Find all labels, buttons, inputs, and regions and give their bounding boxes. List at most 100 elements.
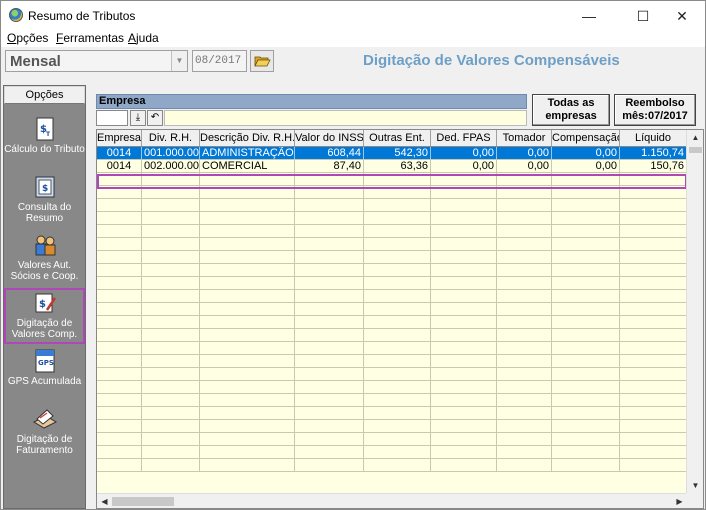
empty-cell[interactable] (431, 355, 497, 367)
empty-cell[interactable] (142, 394, 200, 406)
empty-cell[interactable] (497, 342, 552, 354)
cell-empresa[interactable]: 0014 (97, 147, 142, 159)
empty-cell[interactable] (552, 264, 620, 276)
cell-ded-fpas[interactable]: 0,00 (431, 160, 497, 172)
empty-cell[interactable] (295, 199, 364, 211)
empty-cell[interactable] (142, 303, 200, 315)
empty-cell[interactable] (497, 446, 552, 458)
empty-cell[interactable] (552, 381, 620, 393)
empty-cell[interactable] (620, 342, 687, 354)
empty-table-row[interactable] (97, 433, 687, 446)
empty-cell[interactable] (364, 264, 431, 276)
empty-cell[interactable] (200, 368, 295, 380)
sidebar-item-valores-aut[interactable]: Valores Aut. Sócios e Coop. (4, 230, 85, 286)
empty-cell[interactable] (364, 277, 431, 289)
empty-table-row[interactable] (97, 342, 687, 355)
empty-cell[interactable] (295, 225, 364, 237)
empty-cell[interactable] (200, 264, 295, 276)
empty-cell[interactable] (552, 329, 620, 341)
empty-table-row[interactable] (97, 290, 687, 303)
empty-cell[interactable] (620, 264, 687, 276)
empty-cell[interactable] (97, 316, 142, 328)
empty-cell[interactable] (97, 303, 142, 315)
empty-cell[interactable] (295, 212, 364, 224)
period-select[interactable]: Mensal ▼ (5, 50, 188, 72)
empty-table-row[interactable] (97, 355, 687, 368)
empty-cell[interactable] (364, 459, 431, 471)
column-header-empresa[interactable]: Empresa (97, 130, 142, 146)
empty-cell[interactable] (620, 446, 687, 458)
empty-cell[interactable] (142, 277, 200, 289)
empty-table-row[interactable] (97, 238, 687, 251)
empty-cell[interactable] (431, 238, 497, 250)
empty-cell[interactable] (364, 342, 431, 354)
empty-cell[interactable] (142, 212, 200, 224)
empty-cell[interactable] (364, 433, 431, 445)
column-header-outras-ent[interactable]: Outras Ent. (364, 130, 431, 146)
empty-cell[interactable] (142, 199, 200, 211)
empty-cell[interactable] (200, 355, 295, 367)
empty-table-row[interactable] (97, 212, 687, 225)
empty-cell[interactable] (364, 251, 431, 263)
empty-cell[interactable] (200, 238, 295, 250)
empty-cell[interactable] (200, 199, 295, 211)
empty-table-row[interactable] (97, 316, 687, 329)
empty-cell[interactable] (552, 238, 620, 250)
reembolso-button[interactable]: Reembolso mês:07/2017 (614, 94, 696, 126)
empty-cell[interactable] (497, 368, 552, 380)
empty-cell[interactable] (200, 303, 295, 315)
empty-cell[interactable] (620, 433, 687, 445)
empty-cell[interactable] (620, 407, 687, 419)
empty-cell[interactable] (431, 212, 497, 224)
empty-cell[interactable] (142, 446, 200, 458)
empty-cell[interactable] (97, 355, 142, 367)
empty-cell[interactable] (552, 212, 620, 224)
empty-cell[interactable] (97, 459, 142, 471)
empty-cell[interactable] (497, 225, 552, 237)
empty-cell[interactable] (431, 433, 497, 445)
empty-cell[interactable] (431, 420, 497, 432)
empty-cell[interactable] (142, 238, 200, 250)
empty-cell[interactable] (97, 251, 142, 263)
empty-cell[interactable] (295, 446, 364, 458)
cell-valor-inss[interactable]: 87,40 (295, 160, 364, 172)
empty-cell[interactable] (200, 342, 295, 354)
empty-cell[interactable] (97, 264, 142, 276)
empty-cell[interactable] (620, 381, 687, 393)
empty-cell[interactable] (497, 238, 552, 250)
empty-cell[interactable] (295, 459, 364, 471)
todas-empresas-button[interactable]: Todas as empresas (532, 94, 610, 126)
empty-cell[interactable] (364, 316, 431, 328)
empty-cell[interactable] (364, 394, 431, 406)
empty-cell[interactable] (620, 290, 687, 302)
empty-cell[interactable] (620, 225, 687, 237)
column-header-descricao[interactable]: Descrição Div. R.H. (200, 130, 295, 146)
empty-cell[interactable] (364, 420, 431, 432)
empty-cell[interactable] (364, 199, 431, 211)
empty-cell[interactable] (497, 303, 552, 315)
empty-cell[interactable] (97, 433, 142, 445)
empty-cell[interactable] (200, 459, 295, 471)
empty-cell[interactable] (295, 290, 364, 302)
empty-cell[interactable] (497, 212, 552, 224)
empty-cell[interactable] (620, 394, 687, 406)
empty-table-row[interactable] (97, 329, 687, 342)
empty-cell[interactable] (142, 251, 200, 263)
empty-cell[interactable] (97, 420, 142, 432)
empty-cell[interactable] (620, 238, 687, 250)
empty-cell[interactable] (97, 290, 142, 302)
cell-div-rh[interactable]: 001.000.000 (142, 147, 200, 159)
empty-cell[interactable] (552, 303, 620, 315)
empty-cell[interactable] (97, 225, 142, 237)
values-grid[interactable]: Empresa Div. R.H. Descrição Div. R.H. Va… (96, 129, 704, 509)
menu-opcoes[interactable]: Opções (7, 31, 48, 45)
cell-liquido[interactable]: 150,76 (620, 160, 687, 172)
empty-cell[interactable] (200, 225, 295, 237)
empty-cell[interactable] (497, 355, 552, 367)
empty-table-row[interactable] (97, 251, 687, 264)
cell-tomador[interactable]: 0,00 (497, 147, 552, 159)
empty-cell[interactable] (620, 251, 687, 263)
empty-table-row[interactable] (97, 303, 687, 316)
empty-table-row[interactable] (97, 368, 687, 381)
empty-cell[interactable] (142, 264, 200, 276)
